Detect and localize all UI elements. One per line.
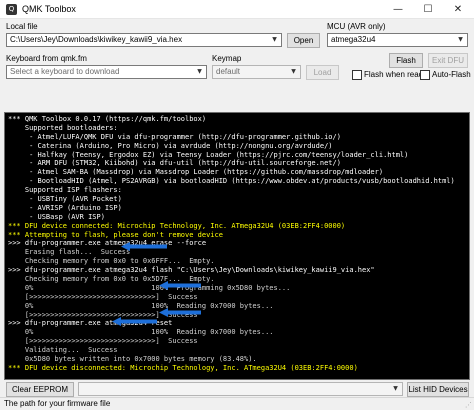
console-line: *** DFU device connected: Microchip Tech…: [8, 221, 346, 230]
console-line: *** DFU device disconnected: Microchip T…: [8, 363, 358, 372]
flash-when-ready-label: Flash when ready: [364, 70, 428, 79]
resize-grip-icon[interactable]: ⋰: [465, 401, 472, 409]
mcu-label: MCU (AVR only): [327, 22, 386, 31]
maximize-button[interactable]: ☐: [413, 0, 443, 19]
auto-flash-checkbox[interactable]: [420, 70, 430, 80]
console-line: [>>>>>>>>>>>>>>>>>>>>>>>>>>>>>>] Success: [8, 337, 198, 346]
clear-eeprom-button[interactable]: Clear EEPROM: [6, 382, 74, 397]
chevron-down-icon[interactable]: ▼: [194, 67, 205, 77]
flash-button[interactable]: Flash: [389, 53, 423, 68]
console-line: 0% 100% Programming 0x5D80 bytes...: [8, 283, 291, 292]
keyboard-placeholder: Select a keyboard to download: [10, 67, 120, 76]
flash-when-ready-checkbox[interactable]: [352, 70, 362, 80]
console-output[interactable]: *** QMK Toolbox 0.0.17 (https://qmk.fm/t…: [4, 112, 470, 380]
chevron-down-icon[interactable]: ▼: [455, 35, 466, 45]
console-line: - Caterina (Arduino, Pro Micro) via avrd…: [8, 141, 333, 150]
console-line: Checking memory from 0x0 to 0x6FFF... Em…: [8, 257, 215, 266]
console-line: - AVRISP (Arduino ISP): [8, 203, 122, 212]
annotation-arrow-reading: [159, 308, 201, 317]
chevron-down-icon[interactable]: ▼: [390, 384, 401, 394]
status-bar: The path for your firmware file ⋰: [0, 397, 474, 410]
console-line: *** QMK Toolbox 0.0.17 (https://qmk.fm/t…: [8, 115, 207, 123]
console-line: >>> dfu-programmer.exe atmega32u4 reset: [8, 319, 173, 328]
keymap-label: Keymap: [212, 54, 242, 63]
close-button[interactable]: ✕: [443, 0, 473, 19]
keyboard-combobox[interactable]: Select a keyboard to download ▼: [6, 65, 207, 79]
console-line: Erasing flash... Success: [8, 248, 131, 257]
local-file-combobox[interactable]: C:\Users\Jey\Downloads\kiwikey_kawii9_vi…: [6, 33, 282, 47]
console-line: 0% 100% Reading 0x7000 bytes...: [8, 301, 274, 310]
mcu-value: atmega32u4: [331, 35, 376, 44]
console-line: 0% 100% Reading 0x7000 bytes...: [8, 328, 274, 337]
chevron-down-icon[interactable]: ▼: [288, 67, 299, 77]
load-button[interactable]: Load: [306, 65, 339, 80]
console-line: Checking memory from 0x0 to 0x5D7F... Em…: [8, 275, 215, 284]
console-line: *** Attempting to flash, please don't re…: [8, 230, 223, 239]
local-file-path: C:\Users\Jey\Downloads\kiwikey_kawii9_vi…: [10, 35, 183, 44]
console-line: 0x5D80 bytes written into 0x7000 bytes m…: [8, 355, 257, 364]
exit-dfu-button[interactable]: Exit DFU: [428, 53, 468, 68]
minimize-button[interactable]: —: [383, 0, 413, 19]
open-button[interactable]: Open: [287, 33, 320, 48]
console-line: - USBasp (AVR ISP): [8, 212, 105, 221]
console-line: - USBTiny (AVR Pocket): [8, 195, 122, 204]
annotation-arrow-program: [159, 281, 201, 290]
annotation-arrow-erase: [121, 242, 167, 251]
local-file-label: Local file: [6, 22, 38, 31]
keymap-value: default: [216, 67, 241, 76]
list-hid-devices-button[interactable]: List HID Devices: [407, 382, 469, 397]
chevron-down-icon[interactable]: ▼: [269, 35, 280, 45]
keymap-select[interactable]: default ▼: [212, 65, 301, 79]
keyboard-label: Keyboard from qmk.fm: [6, 54, 87, 63]
mcu-select[interactable]: atmega32u4 ▼: [327, 33, 468, 47]
console-line: Supported ISP flashers:: [8, 186, 122, 195]
title-bar: Q QMK Toolbox — ☐ ✕: [0, 0, 474, 19]
console-line: - Halfkay (Teensy, Ergodox EZ) via Teens…: [8, 150, 409, 159]
console-line: >>> dfu-programmer.exe atmega32u4 erase …: [8, 239, 207, 248]
status-text: The path for your firmware file: [4, 399, 111, 408]
qmk-app-icon: Q: [6, 4, 17, 15]
hid-device-select[interactable]: ▼: [78, 382, 403, 396]
console-line: Validating... Success: [8, 346, 118, 355]
main-window: Local file C:\Users\Jey\Downloads\kiwike…: [0, 19, 474, 397]
window-title: QMK Toolbox: [22, 4, 76, 14]
auto-flash-label: Auto-Flash: [432, 70, 471, 79]
console-line: Supported bootloaders:: [8, 123, 118, 132]
console-line: - Atmel/LUFA/QMK DFU via dfu-programmer …: [8, 132, 341, 141]
console-line: - ARM DFU (STM32, Kiibohd) via dfu-util …: [8, 159, 341, 168]
annotation-arrow-validating: [112, 317, 157, 326]
console-line: [>>>>>>>>>>>>>>>>>>>>>>>>>>>>>>] Success: [8, 292, 198, 301]
console-line: [>>>>>>>>>>>>>>>>>>>>>>>>>>>>>>] Success: [8, 310, 198, 319]
console-line: - BootloadHID (Atmel, PS2AVRGB) via boot…: [8, 177, 455, 186]
console-line: - Atmel SAM-BA (Massdrop) via Massdrop L…: [8, 168, 384, 177]
console-line: >>> dfu-programmer.exe atmega32u4 flash …: [8, 266, 375, 275]
